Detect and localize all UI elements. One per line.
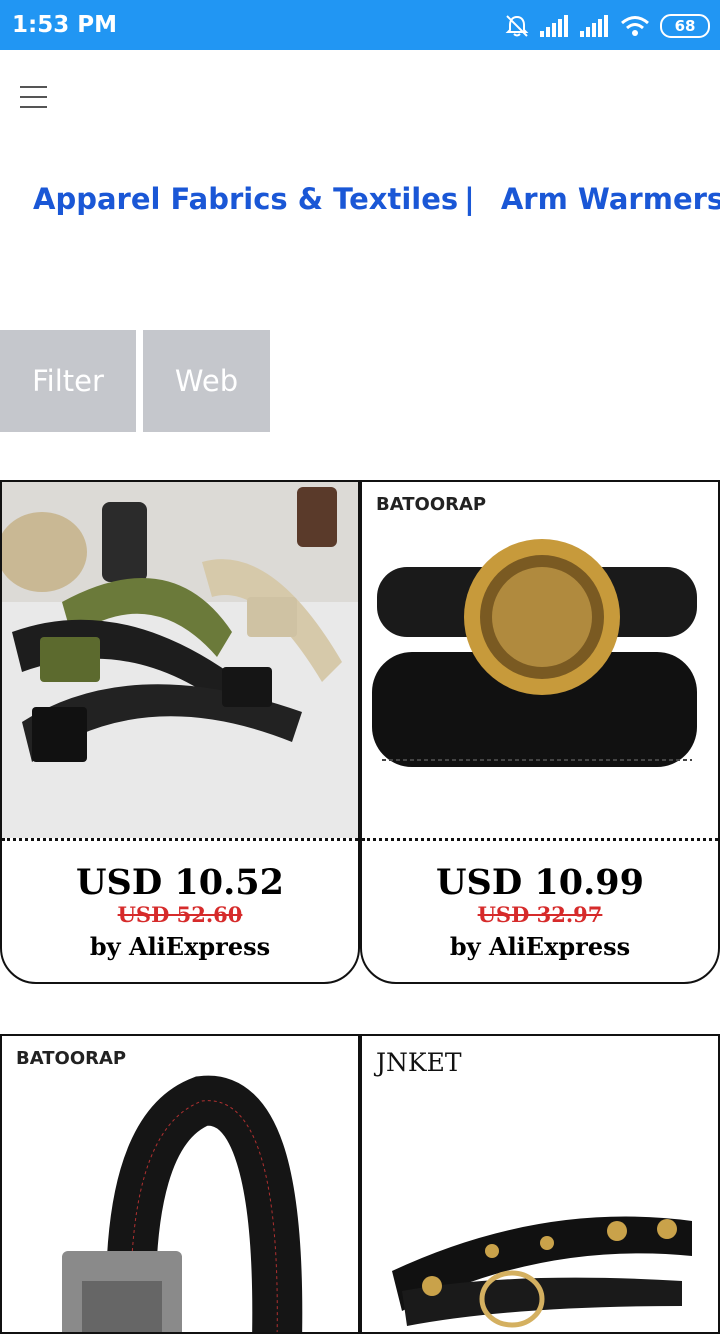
battery-icon: 68: [660, 14, 710, 38]
status-icons: 68: [504, 12, 710, 40]
product-brand: JNKET: [376, 1048, 462, 1077]
product-card[interactable]: BATOORAP: [0, 1034, 360, 1334]
web-button[interactable]: Web: [143, 330, 270, 432]
category-separator: |: [464, 182, 475, 216]
product-old-price: USD 32.97: [477, 902, 603, 927]
product-image: [2, 1075, 358, 1332]
product-card[interactable]: BATOORAP USD 10.99 USD 32.97 by AliExpre…: [360, 480, 720, 984]
muted-bell-icon: [505, 15, 529, 37]
signal-icon: [580, 15, 608, 37]
product-old-price: USD 52.60: [117, 902, 243, 927]
product-price: USD 10.52: [76, 862, 284, 903]
product-card[interactable]: USD 10.52 USD 52.60 by AliExpress: [0, 480, 360, 984]
product-image: [362, 1091, 718, 1332]
filter-button[interactable]: Filter: [0, 330, 136, 432]
product-image: [362, 482, 718, 838]
status-bar: 1:53 PM 68: [0, 0, 720, 50]
hamburger-icon[interactable]: [20, 86, 47, 112]
product-seller: by AliExpress: [89, 932, 271, 961]
category-links: Apparel Fabrics & Textiles| Arm Warmers|…: [33, 182, 720, 216]
divider: [362, 838, 718, 841]
divider: [2, 838, 358, 841]
product-seller: by AliExpress: [449, 932, 631, 961]
wifi-icon: [621, 16, 649, 36]
status-time: 1:53 PM: [12, 12, 117, 38]
product-brand: BATOORAP: [16, 1048, 127, 1069]
product-image: [2, 482, 358, 838]
signal-icon: [540, 15, 568, 37]
product-price: USD 10.99: [436, 862, 644, 903]
product-card[interactable]: JNKET: [360, 1034, 720, 1334]
category-link-apparel[interactable]: Apparel Fabrics & Textiles: [33, 182, 458, 216]
product-brand: BATOORAP: [376, 494, 487, 515]
category-link-arm-warmers[interactable]: Arm Warmers: [501, 182, 720, 216]
